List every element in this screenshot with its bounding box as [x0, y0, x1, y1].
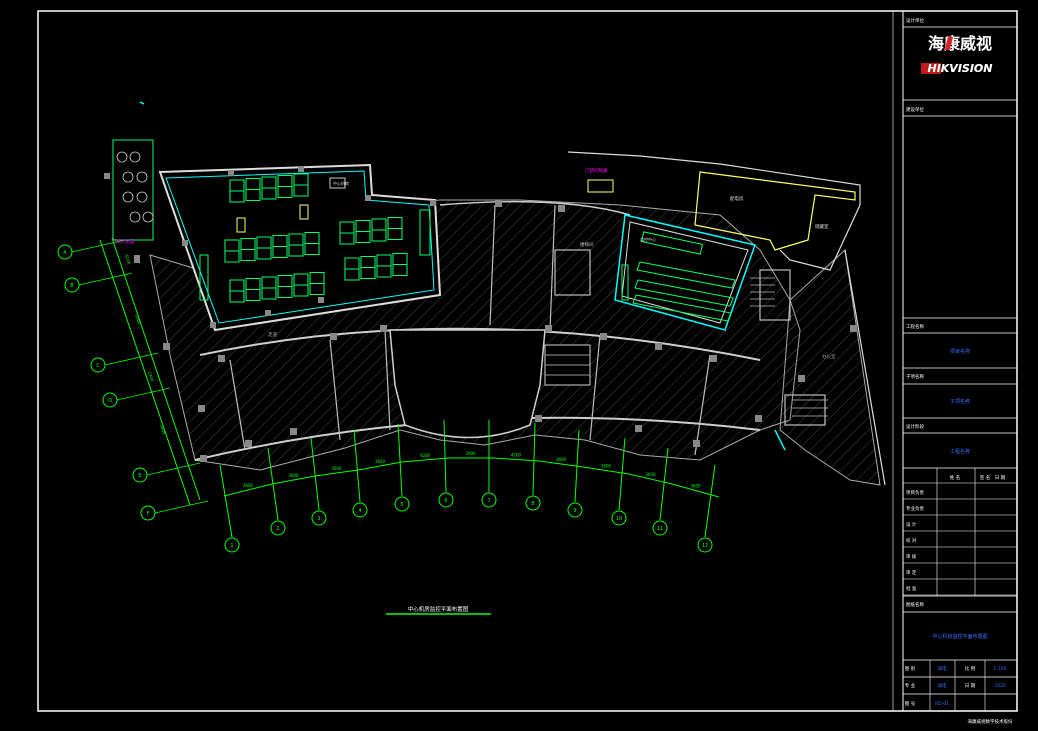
tb-bottom-cell: 图 别 [905, 665, 916, 672]
dimension-text: 6100 [124, 254, 132, 266]
title-block-table-text: 项目负责专业负责设 计校 对审 核审 定批 准姓 名签 名日 期图 别弱电比 例… [905, 474, 1007, 707]
tb-bottom-cell: 比 例 [965, 665, 976, 672]
label-right-note: 门禁控制器 [585, 167, 608, 174]
dimension-text: 4200 [420, 453, 431, 458]
drawing-title: 中心机房监控平面布置图 [408, 605, 469, 613]
dimension-text: 3600 [159, 424, 167, 436]
tb-stage-label: 设计阶段 [906, 423, 924, 430]
axis-label: 8 [531, 501, 534, 507]
label-corridor: 走道 [268, 331, 277, 338]
tb-role: 设 计 [906, 521, 917, 528]
tb-sheet-value: 中心机房监控平面布置图 [932, 633, 987, 640]
axis-label: 6 [444, 498, 447, 504]
dimension-text: 3300 [134, 314, 142, 326]
tb-header-client: 建设单位 [906, 106, 924, 113]
tb-bottom-cell: 专 业 [905, 682, 916, 689]
dimension-text: 3600 [556, 457, 567, 462]
dimension-text: 3600 [690, 484, 701, 489]
tb-sub-value: 子项名称 [950, 398, 970, 405]
cad-drawing-canvas: 123456 7 8910111236003600360036004200 3900 4… [37, 10, 1018, 725]
tb-role: 校 对 [906, 537, 917, 544]
tb-bottom-cell: 1:100 [994, 666, 1007, 672]
dimension-text: 3600 [243, 483, 254, 488]
dimension-text: 3900 [465, 451, 476, 456]
tb-header-sub: 子项名称 [906, 373, 924, 380]
tb-bottom-cell: 图 号 [905, 701, 916, 707]
axis-label: 11 [657, 526, 663, 532]
axis-label: 2 [276, 526, 279, 532]
label-right-room: 监控中心 [640, 236, 656, 242]
axis-label: 1 [230, 543, 233, 549]
tb-bottom-cell: 日 期 [965, 683, 976, 689]
axis-label: 12 [702, 543, 708, 549]
axis-label: 9 [573, 508, 576, 514]
dimension-text: 3600 [601, 464, 612, 469]
dimension-text: 3600 [331, 466, 342, 471]
floor-plan [104, 101, 886, 486]
tb-header-project: 工程名称 [906, 323, 924, 330]
tb-role: 专业负责 [906, 505, 924, 512]
dimension-text: 3600 [375, 459, 386, 464]
axis-label: 7 [487, 498, 490, 504]
central-lobby [389, 329, 546, 439]
axis-label: A [63, 250, 67, 256]
logo-cn: 海康威视 [928, 34, 992, 53]
axis-label: D [108, 398, 112, 404]
tb-bottom-cell: 弱电 [938, 682, 947, 689]
axis-label: 5 [400, 502, 403, 508]
tb-bottom-cell: 弱电 [938, 665, 947, 672]
dimension-text: 3600 [288, 473, 299, 478]
logo-en-overlay: HIKVISION [927, 62, 992, 75]
label-office: 办公室 [822, 353, 836, 360]
label-top-room: 配电房 [730, 195, 744, 202]
tb-project-value: 项目名称 [950, 348, 970, 355]
tb-header-designer: 设计单位 [906, 17, 924, 24]
axis-label: C [96, 363, 100, 369]
label-stair: 楼梯间 [580, 241, 594, 248]
tb-column-header: 日 期 [995, 475, 1006, 481]
tb-role: 项目负责 [906, 489, 924, 496]
tb-bottom-cell: RD-01 [935, 701, 949, 707]
tb-stage-value: 工程名称 [950, 448, 970, 455]
tb-bottom-cell: 2020 [994, 683, 1006, 689]
axis-label: 3 [317, 516, 320, 522]
tb-column-header: 姓 名 [950, 474, 960, 481]
axis-label: 4 [358, 508, 361, 514]
axis-label: F [147, 511, 150, 517]
label-storage: 储藏室 [815, 223, 829, 230]
tb-role: 审 核 [906, 553, 917, 560]
axis-label: E [138, 473, 141, 479]
dimension-text: 4200 [511, 453, 522, 458]
axis-label: B [70, 283, 74, 289]
dimension-text: 3600 [645, 472, 656, 477]
label-left-room: 中心机房 [333, 180, 349, 186]
bottom-note: 海康威视数字技术股份 [968, 718, 1013, 725]
tb-role: 审 定 [906, 569, 917, 576]
axis-label: 10 [616, 516, 622, 522]
tb-role: 批 准 [906, 585, 917, 592]
label-left-note: 门禁控制器 [112, 238, 135, 245]
tb-column-header: 签 名 [980, 474, 990, 481]
tb-header-sheet: 图纸名称 [906, 601, 924, 608]
